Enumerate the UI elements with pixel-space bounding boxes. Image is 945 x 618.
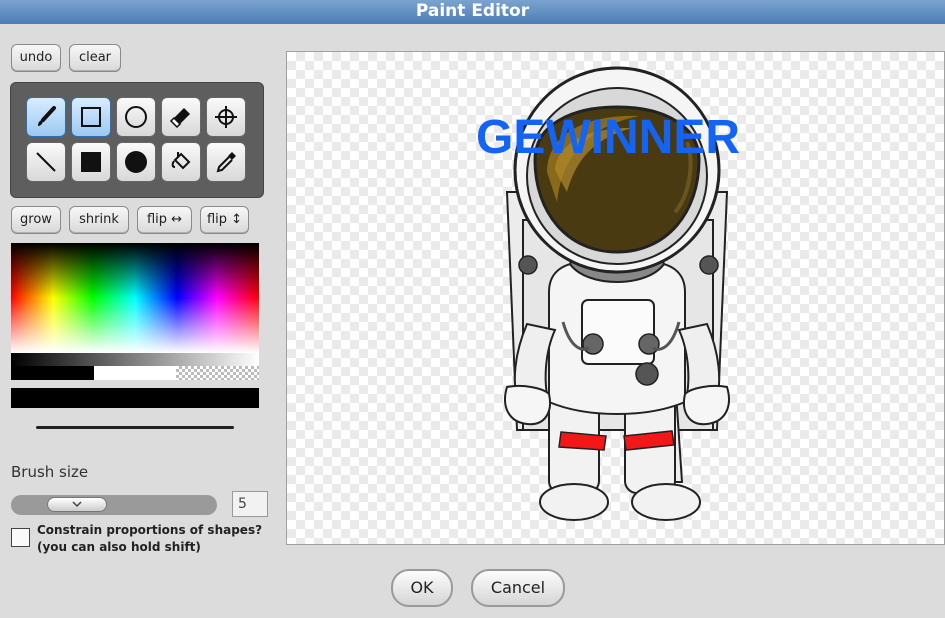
ellipse-icon bbox=[125, 106, 147, 128]
current-color bbox=[11, 388, 259, 408]
color-spectrum[interactable] bbox=[11, 243, 259, 353]
slider-handle[interactable] bbox=[47, 497, 107, 512]
cancel-button[interactable]: Cancel bbox=[471, 569, 565, 607]
rectangle-tool[interactable] bbox=[71, 97, 111, 137]
flip-horizontal-button[interactable]: flip ↔ bbox=[137, 206, 192, 234]
eyedropper-tool[interactable] bbox=[206, 142, 246, 182]
filled-ellipse-tool[interactable] bbox=[116, 142, 156, 182]
ellipse-tool[interactable] bbox=[116, 97, 156, 137]
grayscale-bar[interactable] bbox=[11, 353, 259, 366]
constrain-checkbox[interactable] bbox=[11, 528, 30, 547]
black-swatch[interactable] bbox=[11, 366, 94, 380]
constrain-label: Constrain proportions of shapes? bbox=[37, 523, 263, 537]
grip-icon bbox=[72, 501, 82, 508]
brush-tool[interactable] bbox=[26, 97, 66, 137]
paint-bucket-icon bbox=[171, 152, 191, 170]
filled-rectangle-icon bbox=[81, 152, 101, 172]
transparent-swatch[interactable] bbox=[176, 366, 260, 380]
brush-size-input[interactable]: 5 bbox=[232, 491, 268, 517]
eraser-icon bbox=[169, 108, 190, 129]
canvas-text: GEWINNER bbox=[476, 111, 740, 164]
filled-rectangle-tool[interactable] bbox=[71, 142, 111, 182]
line-tool[interactable] bbox=[26, 142, 66, 182]
brush-size-label: Brush size bbox=[11, 463, 89, 481]
brush-preview bbox=[36, 426, 234, 429]
constrain-hint: (you can also hold shift) bbox=[37, 540, 201, 554]
window-title: Paint Editor bbox=[0, 0, 945, 24]
crosshair-icon bbox=[215, 106, 237, 128]
filled-ellipse-icon bbox=[125, 151, 147, 173]
white-swatch[interactable] bbox=[93, 366, 177, 380]
brush-icon bbox=[38, 106, 56, 126]
eyedropper-icon bbox=[216, 152, 236, 173]
brush-size-slider[interactable] bbox=[11, 495, 217, 515]
grow-button[interactable]: grow bbox=[11, 206, 61, 234]
flip-vertical-button[interactable]: flip ↕ bbox=[200, 206, 249, 234]
rectangle-icon bbox=[81, 107, 101, 127]
line-icon bbox=[36, 152, 56, 172]
paint-bucket-tool[interactable] bbox=[161, 142, 201, 182]
tool-palette bbox=[10, 82, 264, 198]
color-swatches bbox=[11, 366, 260, 380]
ok-button[interactable]: OK bbox=[391, 569, 453, 607]
crosshair-tool[interactable] bbox=[206, 97, 246, 137]
undo-button[interactable]: undo bbox=[11, 44, 61, 72]
eraser-tool[interactable] bbox=[161, 97, 201, 137]
shrink-button[interactable]: shrink bbox=[69, 206, 129, 234]
clear-button[interactable]: clear bbox=[69, 44, 121, 72]
